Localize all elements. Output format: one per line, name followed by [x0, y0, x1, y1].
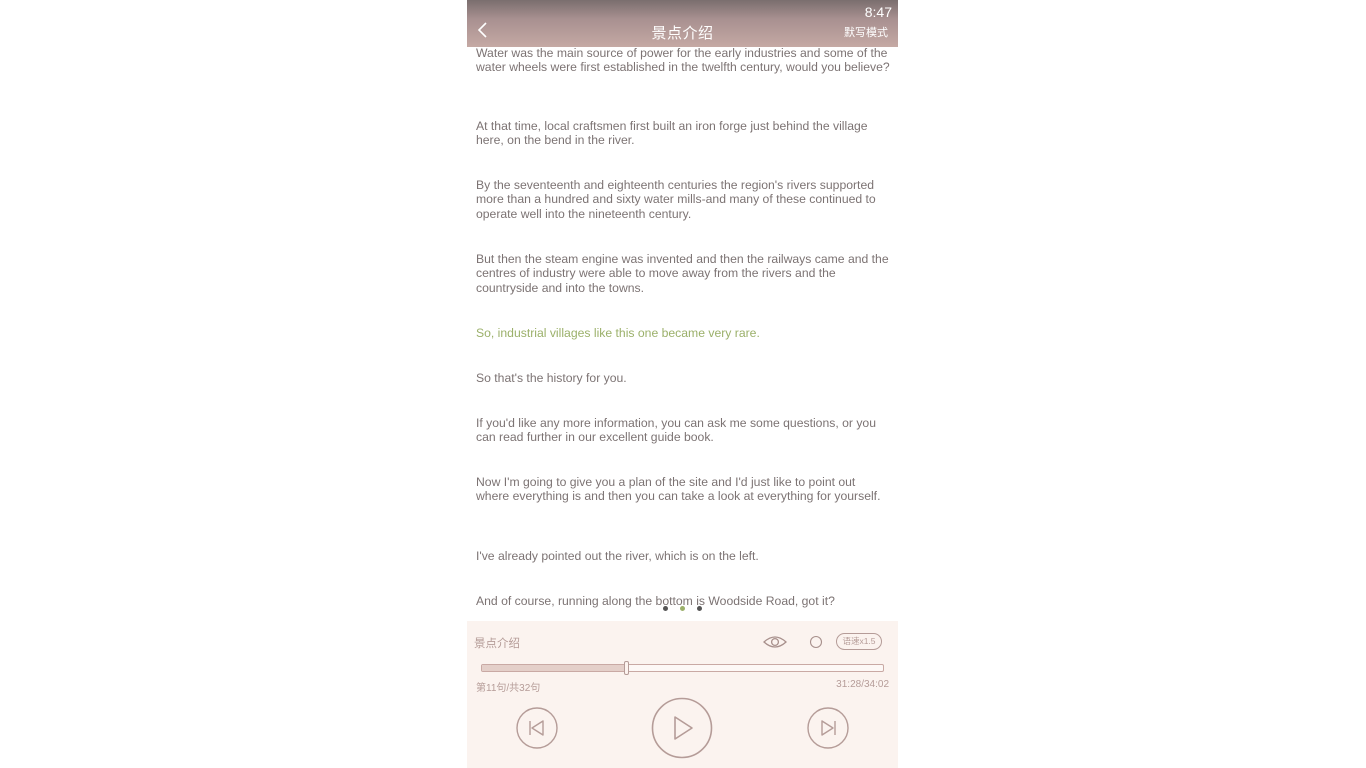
loop-icon[interactable] [809, 635, 823, 649]
page-dot[interactable] [697, 606, 702, 611]
dictation-mode-button[interactable]: 默写模式 [844, 24, 888, 40]
page-dot[interactable] [680, 606, 685, 611]
progress-handle[interactable] [624, 661, 630, 675]
transcript-sentence[interactable]: At that time, local craftsmen first buil… [476, 119, 891, 148]
transcript-sentence[interactable]: But then the steam engine was invented a… [476, 252, 891, 295]
speed-button[interactable]: 语速x1.5 [836, 633, 882, 650]
transcript-sentence[interactable]: So, industrial villages like this one be… [476, 326, 891, 340]
progress-slider[interactable] [481, 661, 884, 675]
eye-icon[interactable] [762, 633, 788, 651]
play-icon[interactable] [651, 697, 713, 759]
transcript-sentence[interactable]: So that's the history for you. [476, 371, 891, 385]
status-time: 8:47 [864, 4, 892, 20]
page-dot[interactable] [663, 606, 668, 611]
previous-icon[interactable] [516, 707, 558, 749]
audio-player: 景点介绍 语速x1.5 第11句/共32句 31:28/34:02 [467, 621, 898, 768]
playback-time: 31:28/34:02 [836, 679, 889, 690]
transcript-sentence[interactable]: I've already pointed out the river, whic… [476, 549, 891, 563]
page-title: 景点介绍 [651, 25, 714, 42]
transcript-sentence[interactable]: By the seventeenth and eighteenth centur… [476, 178, 891, 221]
app-screen: 8:47 景点介绍 默写模式 Water was the main source… [467, 0, 898, 768]
sentence-counter: 第11句/共32句 [476, 683, 541, 694]
progress-fill [482, 665, 627, 671]
header-bar: 8:47 景点介绍 默写模式 [467, 0, 898, 47]
transcript: Water was the main source of power for t… [467, 47, 898, 621]
player-label: 景点介绍 [474, 638, 520, 650]
transcript-sentence[interactable]: Now I'm going to give you a plan of the … [476, 475, 891, 504]
transcript-sentence[interactable]: If you'd like any more information, you … [476, 416, 891, 445]
transcript-sentence[interactable]: Water was the main source of power for t… [476, 47, 891, 75]
page-indicator [467, 606, 898, 612]
next-icon[interactable] [807, 707, 849, 749]
